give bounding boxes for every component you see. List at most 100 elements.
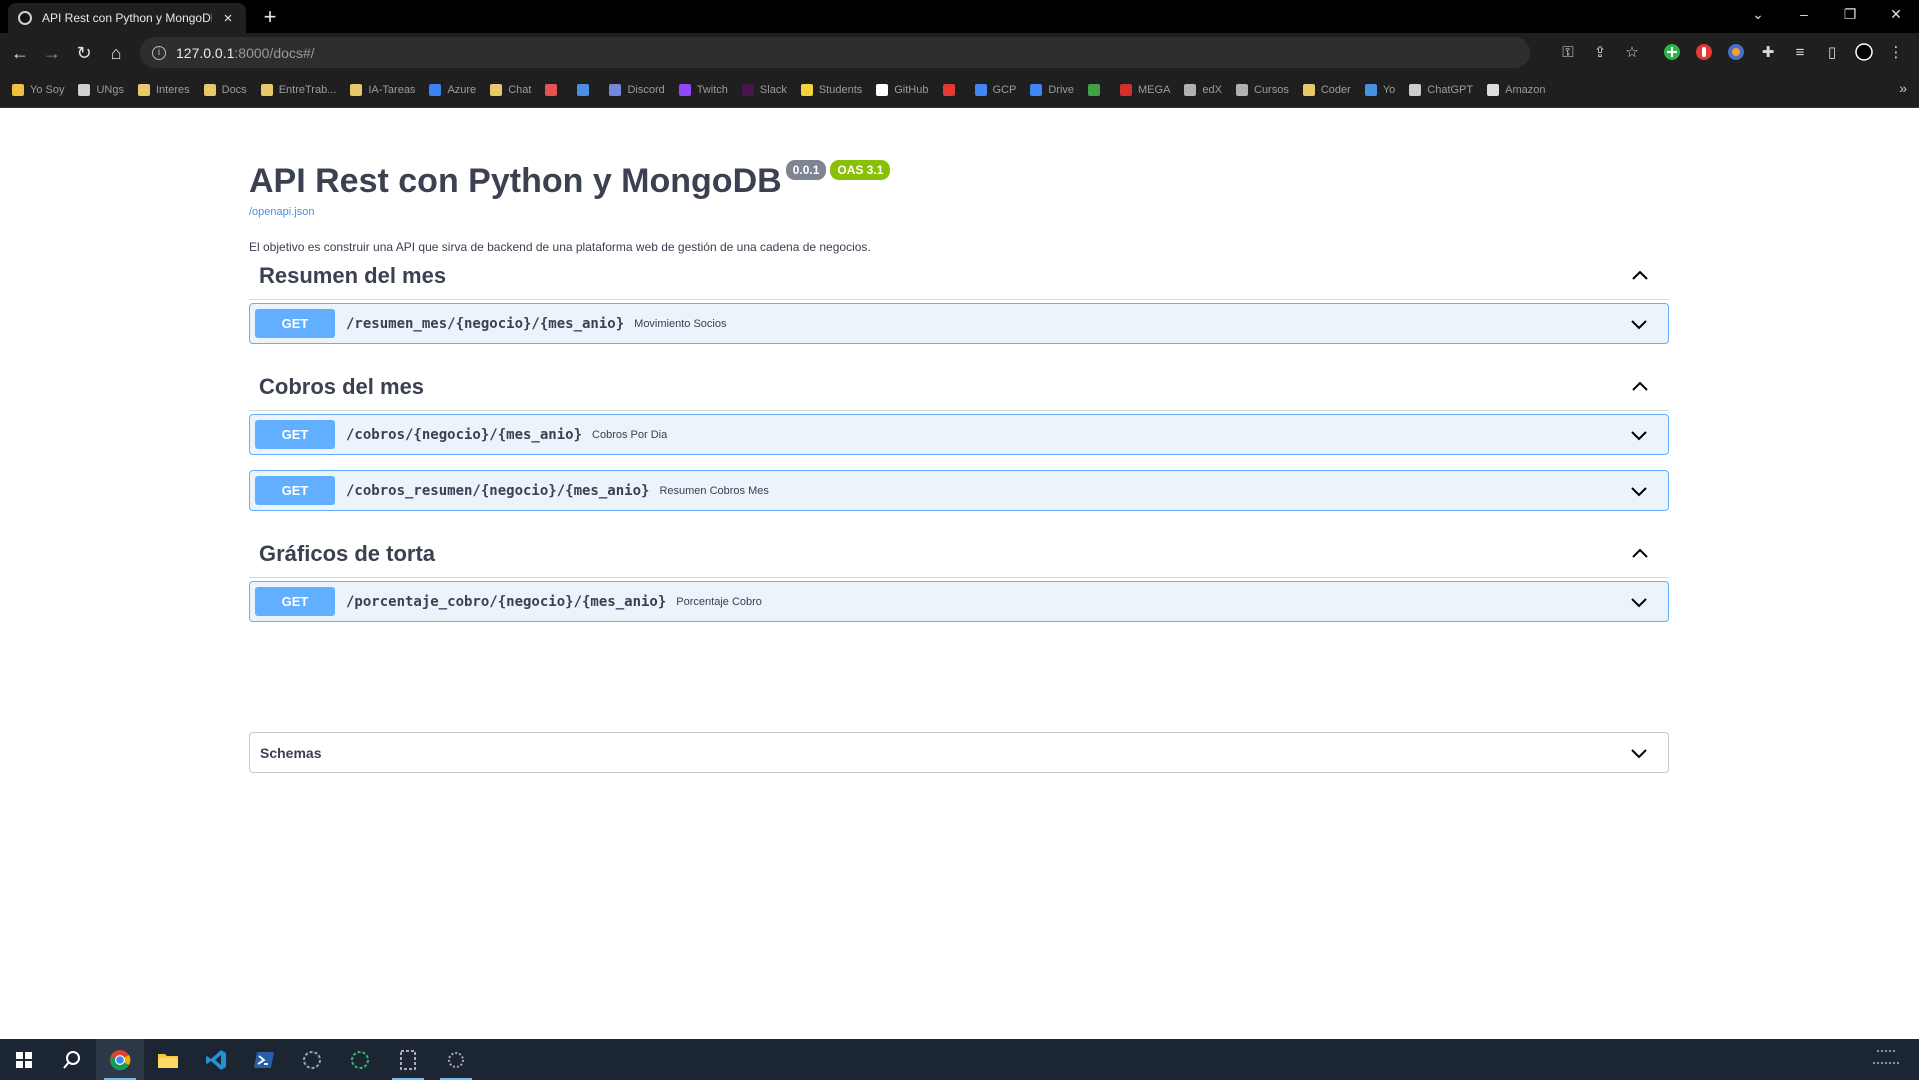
- key-icon[interactable]: ⚿: [1558, 43, 1578, 63]
- openapi-json-link[interactable]: /openapi.json: [249, 206, 1669, 218]
- bookmark-item[interactable]: Docs: [203, 83, 247, 96]
- bookmark-item[interactable]: Students: [800, 83, 862, 96]
- bookmark-item[interactable]: edX: [1184, 83, 1222, 96]
- section-cobros-del-mes[interactable]: Cobros del mes: [249, 363, 1669, 411]
- operation-path: /porcentaje_cobro/{negocio}/{mes_anio}: [346, 593, 667, 610]
- app-icon-gear[interactable]: [432, 1039, 480, 1080]
- extension-red-icon[interactable]: [1694, 43, 1714, 63]
- bookmark-label: Discord: [627, 83, 665, 96]
- extension-green-icon[interactable]: [1662, 43, 1682, 63]
- browser-tab-strip: API Rest con Python y MongoDB × + ⌄ – ❐ …: [0, 0, 1919, 33]
- operation-get-cobros-resumen[interactable]: GET /cobros_resumen/{negocio}/{mes_anio}…: [249, 470, 1669, 511]
- bookmarks-overflow-icon[interactable]: »: [1899, 80, 1907, 96]
- chevron-down-icon[interactable]: [1628, 591, 1650, 613]
- operation-get-cobros[interactable]: GET /cobros/{negocio}/{mes_anio} Cobros …: [249, 414, 1669, 455]
- bookmark-item[interactable]: [1088, 83, 1106, 96]
- bookmark-item[interactable]: ChatGPT: [1409, 83, 1473, 96]
- tab-close-icon[interactable]: ×: [220, 10, 236, 27]
- bookmark-item[interactable]: Azure: [429, 83, 477, 96]
- reload-icon[interactable]: ↻: [72, 41, 96, 65]
- chevron-up-icon[interactable]: [1629, 265, 1651, 287]
- bookmark-item[interactable]: GCP: [974, 83, 1016, 96]
- bookmark-favicon-icon: [545, 83, 558, 96]
- close-window-icon[interactable]: ✕: [1884, 6, 1908, 23]
- bookmark-favicon-icon: [429, 83, 442, 96]
- side-panel-icon[interactable]: ▯: [1822, 43, 1842, 63]
- file-explorer-icon[interactable]: [144, 1039, 192, 1080]
- bookmark-item[interactable]: Yo Soy: [12, 83, 64, 96]
- site-info-icon[interactable]: i: [152, 45, 166, 60]
- back-icon[interactable]: ←: [8, 41, 32, 65]
- browser-menu-icon[interactable]: ⋮: [1886, 43, 1906, 63]
- bookmark-favicon-icon: [1120, 83, 1133, 96]
- share-icon[interactable]: ⇪: [1590, 43, 1610, 63]
- address-bar[interactable]: i 127.0.0.1:8000/docs#/: [140, 37, 1530, 68]
- bookmark-favicon-icon: [678, 83, 691, 96]
- section-title: Cobros del mes: [259, 373, 425, 399]
- bookmark-item[interactable]: MEGA: [1120, 83, 1170, 96]
- chevron-down-icon[interactable]: [1628, 424, 1650, 446]
- bookmark-item[interactable]: GitHub: [876, 83, 929, 96]
- app-icon-gray[interactable]: [288, 1039, 336, 1080]
- chevron-up-icon[interactable]: [1629, 376, 1651, 398]
- bookmark-item[interactable]: [577, 83, 595, 96]
- forward-icon[interactable]: →: [40, 41, 64, 65]
- minimize-icon[interactable]: –: [1792, 6, 1816, 22]
- bookmark-item[interactable]: Amazon: [1487, 83, 1545, 96]
- schemas-section[interactable]: Schemas: [249, 732, 1669, 773]
- schemas-title: Schemas: [260, 744, 322, 761]
- bookmark-item[interactable]: [545, 83, 563, 96]
- bookmark-favicon-icon: [260, 83, 273, 96]
- windows-start-icon[interactable]: [0, 1039, 48, 1080]
- tab-search-icon[interactable]: ⌄: [1746, 6, 1770, 23]
- search-icon[interactable]: [48, 1039, 96, 1080]
- bookmark-item[interactable]: Coder: [1302, 83, 1351, 96]
- bookmark-item[interactable]: Interes: [137, 83, 190, 96]
- browser-tab[interactable]: API Rest con Python y MongoDB ×: [8, 3, 246, 33]
- version-badge: 0.0.1: [785, 160, 827, 180]
- bookmark-item[interactable]: Cursos: [1236, 83, 1289, 96]
- powershell-icon[interactable]: [240, 1039, 288, 1080]
- bookmark-item[interactable]: EntreTrab...: [260, 83, 336, 96]
- app-icon-green[interactable]: [336, 1039, 384, 1080]
- section-header[interactable]: Resumen del mes: [249, 252, 1669, 300]
- bookmark-star-icon[interactable]: ☆: [1622, 43, 1642, 63]
- chevron-down-icon[interactable]: [1628, 480, 1650, 502]
- home-icon[interactable]: ⌂: [104, 41, 128, 65]
- bookmark-item[interactable]: Discord: [609, 83, 665, 96]
- bookmark-item[interactable]: [942, 83, 961, 96]
- section-graficos-de-torta[interactable]: Gráficos de torta: [249, 530, 1669, 578]
- bookmark-item[interactable]: Chat: [490, 83, 531, 96]
- app-icon-document[interactable]: [384, 1039, 432, 1080]
- bookmark-item[interactable]: UNgs: [78, 83, 124, 96]
- bookmark-item[interactable]: Drive: [1030, 83, 1074, 96]
- bookmark-favicon-icon: [1487, 83, 1500, 96]
- vscode-icon[interactable]: [192, 1039, 240, 1080]
- chevron-down-icon[interactable]: [1628, 742, 1650, 764]
- bookmark-item[interactable]: Yo: [1364, 83, 1395, 96]
- bookmark-item[interactable]: Slack: [741, 83, 787, 96]
- bookmark-label: Interes: [155, 83, 190, 96]
- bookmark-label: Twitch: [696, 83, 728, 96]
- chrome-taskbar-icon[interactable]: [96, 1039, 144, 1080]
- bookmark-item[interactable]: Twitch: [678, 83, 728, 96]
- bookmarks-bar: Yo Soy UNgs Interes Docs EntreTrab... IA-Tare…: [0, 72, 1919, 108]
- profile-avatar[interactable]: [1854, 43, 1874, 63]
- bookmark-favicon-icon: [350, 83, 363, 96]
- section-header[interactable]: Cobros del mes: [249, 363, 1669, 411]
- system-clock[interactable]: [1867, 1045, 1907, 1076]
- chevron-up-icon[interactable]: [1629, 543, 1651, 565]
- bookmark-label: Azure: [447, 83, 477, 96]
- bookmark-item[interactable]: IA-Tareas: [350, 83, 415, 96]
- restore-icon[interactable]: ❐: [1838, 6, 1862, 23]
- reading-list-icon[interactable]: ≡: [1790, 43, 1810, 63]
- chevron-down-icon[interactable]: [1628, 313, 1650, 335]
- bookmark-favicon-icon: [1184, 83, 1197, 96]
- extensions-puzzle-icon[interactable]: ✚: [1758, 43, 1778, 63]
- extension-blue-icon[interactable]: [1726, 43, 1746, 63]
- operation-get-porcentaje-cobro[interactable]: GET /porcentaje_cobro/{negocio}/{mes_ani…: [249, 581, 1669, 622]
- operation-get-resumen-mes[interactable]: GET /resumen_mes/{negocio}/{mes_anio} Mo…: [249, 303, 1669, 344]
- new-tab-button[interactable]: +: [258, 4, 282, 30]
- section-resumen-del-mes[interactable]: Resumen del mes: [249, 252, 1669, 300]
- section-header[interactable]: Gráficos de torta: [249, 530, 1669, 578]
